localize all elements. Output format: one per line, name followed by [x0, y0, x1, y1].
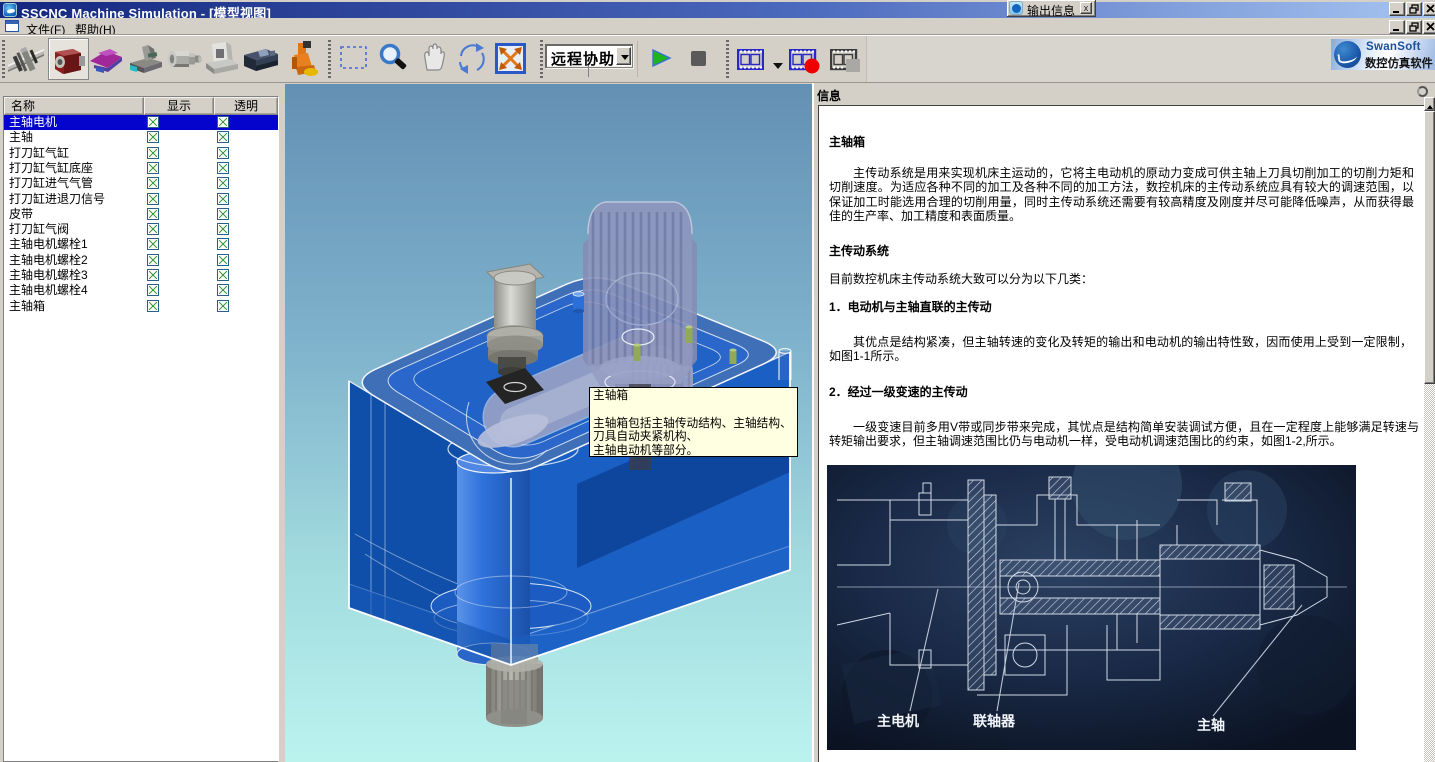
svg-text:主轴: 主轴: [1197, 717, 1225, 733]
svg-text:主电机: 主电机: [877, 713, 919, 729]
svg-text:联轴器: 联轴器: [973, 713, 1016, 729]
